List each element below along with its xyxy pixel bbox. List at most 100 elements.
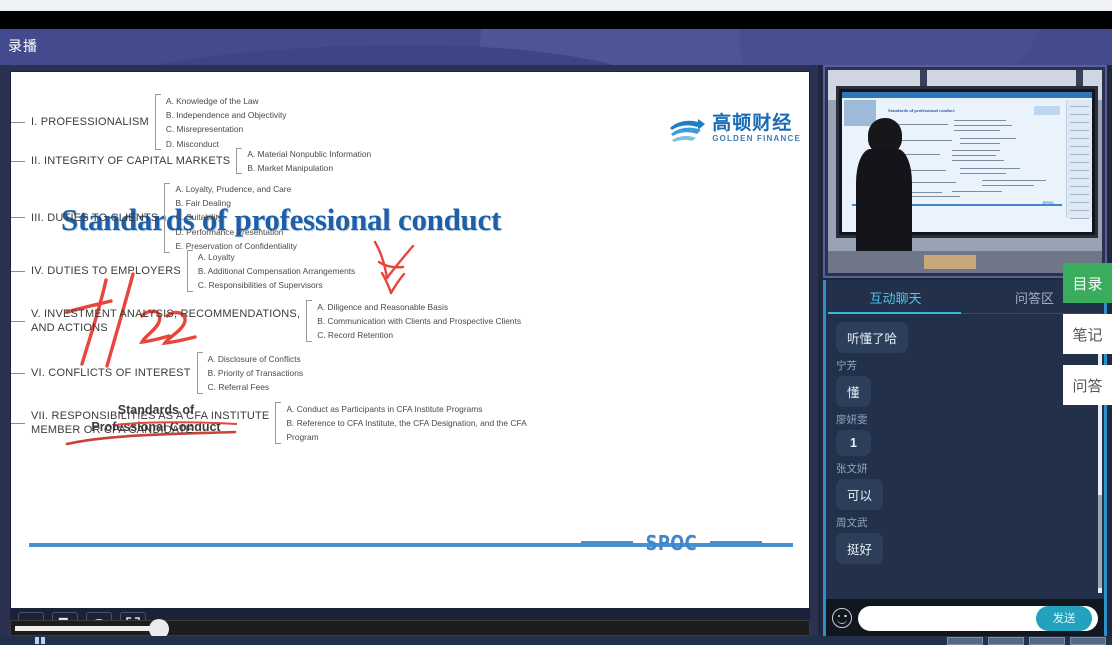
- window-top-margin: [0, 0, 1112, 11]
- pause-icon[interactable]: [35, 637, 47, 644]
- recorded-lecture-player: 录播 Standards of professional conduct 高顿财…: [0, 0, 1112, 645]
- header-decor-shape-2: [740, 29, 1040, 65]
- tree-node-5-children: A. Diligence and Reasonable Basis B. Com…: [312, 300, 521, 343]
- tree-connector: [11, 422, 25, 424]
- taskbar-item[interactable]: [1070, 637, 1106, 645]
- tree-connector: [11, 270, 25, 272]
- taskbar-item[interactable]: [988, 637, 1024, 645]
- logo-text-block: 高顿财经 GOLDEN FINANCE: [712, 114, 801, 146]
- tree-node-2-children: A. Material Nonpublic Information B. Mar…: [242, 147, 371, 175]
- tree-node-3-label: III. DUTIES TO CLIENTS: [31, 211, 159, 224]
- message-sender: 廖妍雯: [836, 414, 868, 426]
- message-bubble: 1: [836, 430, 871, 456]
- browser-chrome-bar: [0, 11, 1112, 29]
- slide-viewport: Standards of professional conduct 高顿财经 G…: [10, 71, 810, 626]
- lecture-slide: Standards of professional conduct 高顿财经 G…: [11, 72, 809, 625]
- sidebar-item-notes[interactable]: 笔记: [1063, 314, 1112, 354]
- tree-leaf: C. Record Retention: [317, 330, 394, 341]
- message-sender: 张文妍: [836, 463, 868, 475]
- tree-node-4: IV. DUTIES TO EMPLOYERS A. Loyalty B. Ad…: [11, 250, 355, 293]
- tree-connector: [11, 320, 25, 322]
- chat-input-bar: 发送: [826, 599, 1104, 637]
- tree-node-1-children: A. Knowledge of the Law B. Independence …: [161, 94, 287, 151]
- mini-spoc-label: SPOC: [1042, 200, 1054, 205]
- send-button[interactable]: 发送: [1036, 605, 1092, 631]
- app-header: 录播: [0, 29, 1112, 65]
- message-sender: 宁芳: [836, 360, 857, 372]
- tree-leaf: A. Knowledge of the Law: [165, 96, 259, 106]
- message-sender: 周文武: [836, 517, 868, 529]
- tree-leaf: C. Referral Fees: [207, 382, 270, 393]
- message-bubble: 挺好: [836, 533, 884, 564]
- tree-leaf: A. Diligence and Reasonable Basis: [317, 302, 449, 312]
- spoc-rule-right: [709, 541, 762, 545]
- tree-leaf: A. Material Nonpublic Information: [247, 149, 372, 159]
- tree-node-7: VII. RESPONSIBILITIES AS A CFA INSTITUTE…: [11, 402, 527, 445]
- tree-node-5: V. INVESTMENT ANALYSIS, RECOMMENDATIONS,…: [11, 300, 521, 343]
- sidebar-item-qa[interactable]: 问答: [1063, 365, 1112, 405]
- tree-leaf: B. Additional Compensation Arrangements: [197, 266, 356, 277]
- taskbar-item[interactable]: [1029, 637, 1065, 645]
- tree-leaf: A. Loyalty: [197, 252, 235, 262]
- list-item: 周文武 挺好: [836, 515, 1094, 564]
- message-bubble: 懂: [836, 376, 871, 407]
- tree-leaf: A. Conduct as Participants in CFA Instit…: [286, 404, 483, 414]
- list-item: 廖妍雯 1: [836, 412, 1094, 456]
- instructor-figure: [856, 118, 914, 273]
- tree-node-5-label: V. INVESTMENT ANALYSIS, RECOMMENDATIONS,…: [31, 308, 301, 335]
- emoji-smiley-icon[interactable]: [832, 608, 852, 628]
- tree-node-1: I. PROFESSIONALISM A. Knowledge of the L…: [11, 94, 287, 151]
- mini-slide-sidebar: [1066, 100, 1092, 220]
- logo-text-en: GOLDEN FINANCE: [712, 134, 801, 144]
- taskbar-items: [947, 637, 1106, 645]
- golden-finance-swoosh-icon: [668, 114, 708, 146]
- tree-connector: [11, 160, 25, 162]
- spoc-label: SPOC: [645, 531, 698, 555]
- scrollbar-thumb: [1098, 495, 1102, 588]
- tree-node-4-label: IV. DUTIES TO EMPLOYERS: [31, 265, 181, 278]
- tree-leaf: Program: [286, 432, 319, 443]
- message-bubble: 可以: [836, 479, 884, 510]
- tree-node-3: III. DUTIES TO CLIENTS A. Loyalty, Prude…: [11, 182, 297, 253]
- tree-leaf: B. Independence and Objectivity: [165, 110, 287, 121]
- tree-node-6-children: A. Disclosure of Conflicts B. Priority o…: [203, 352, 303, 395]
- tree-leaf: A. Disclosure of Conflicts: [207, 354, 301, 364]
- tree-node-3-children: A. Loyalty, Prudence, and Care B. Fair D…: [170, 182, 297, 253]
- app-title: 录播: [8, 38, 38, 54]
- tree-leaf: B. Reference to CFA Institute, the CFA D…: [286, 418, 527, 429]
- progress-fill: [15, 626, 155, 631]
- message-bubble: 听懂了哈: [836, 322, 909, 353]
- tree-leaf: B. Fair Dealing: [175, 198, 231, 209]
- tree-node-2: II. INTEGRITY OF CAPITAL MARKETS A. Mate…: [11, 147, 371, 175]
- tree-leaf: C. Responsibilities of Supervisors: [197, 280, 323, 291]
- tab-live-chat[interactable]: 互动聊天: [826, 280, 965, 314]
- tree-node-4-children: A. Loyalty B. Additional Compensation Ar…: [193, 250, 355, 293]
- video-stage[interactable]: Standards of professional conduct 高顿财经 G…: [0, 65, 818, 640]
- taskbar-item[interactable]: [947, 637, 983, 645]
- tree-node-7-children: A. Conduct as Participants in CFA Instit…: [281, 402, 526, 445]
- tree-leaf: C. Suitability: [175, 212, 223, 223]
- tree-node-7-label: VII. RESPONSIBILITIES AS A CFA INSTITUTE…: [31, 410, 270, 437]
- tree-node-6-label: VI. CONFLICTS OF INTEREST: [31, 367, 191, 380]
- tree-leaf: D. Performance Presentation: [175, 226, 284, 237]
- slide-footer-brand: SPOC: [581, 531, 762, 555]
- list-item: 张文妍 可以: [836, 461, 1094, 510]
- tree-node-2-label: II. INTEGRITY OF CAPITAL MARKETS: [31, 155, 231, 168]
- brand-logo: 高顿财经 GOLDEN FINANCE: [668, 114, 801, 146]
- instructor-webcam-panel[interactable]: Standards of professional conduct SPOC: [823, 65, 1107, 278]
- tree-leaf: C. Misrepresentation: [165, 124, 244, 135]
- tree-node-1-label: I. PROFESSIONALISM: [31, 116, 149, 129]
- tree-node-6: VI. CONFLICTS OF INTEREST A. Disclosure …: [11, 352, 303, 395]
- classroom-lectern: [924, 255, 976, 269]
- side-tool-rail: 目录 笔记 问答: [1063, 263, 1112, 416]
- handwritten-check-annotation: [373, 240, 415, 295]
- mini-brand-logo: [1034, 106, 1060, 115]
- webcam-scene: Standards of professional conduct SPOC: [828, 70, 1102, 273]
- playback-progress-slider[interactable]: [10, 619, 810, 639]
- slide-app-bar: [842, 92, 1092, 98]
- sidebar-item-catalog[interactable]: 目录: [1063, 263, 1112, 303]
- tree-leaf: B. Market Manipulation: [247, 163, 333, 174]
- tree-leaf: B. Communication with Clients and Prospe…: [317, 316, 522, 327]
- tree-connector: [11, 372, 25, 374]
- tree-connector: [11, 121, 25, 123]
